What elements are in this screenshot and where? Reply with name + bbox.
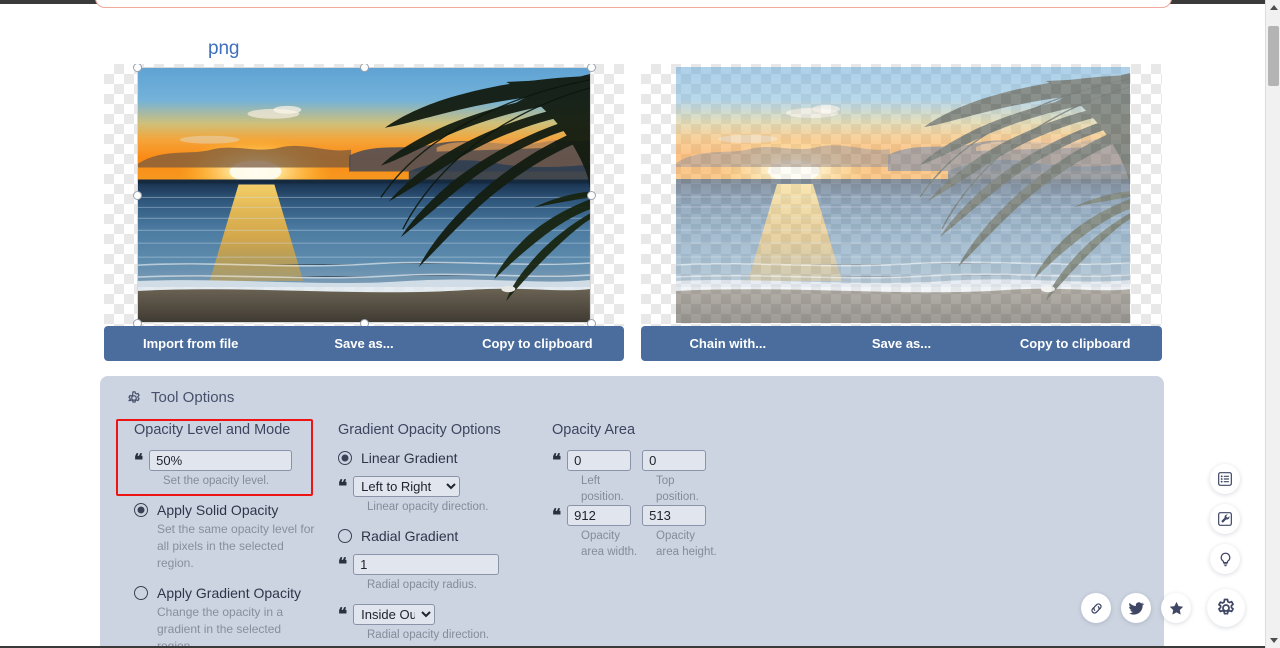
- section-title-gradient-opacity-options: Gradient Opacity Options: [338, 422, 552, 438]
- link-icon: [1088, 600, 1105, 617]
- opacity-area-top-input[interactable]: [642, 450, 706, 471]
- opacity-area-height-hint: Opacity area height.: [656, 529, 720, 560]
- image-semi-transparent-png[interactable]: [676, 67, 1130, 323]
- radio-linear-gradient[interactable]: Linear Gradient: [338, 450, 552, 466]
- radial-direction-row: ❝ Inside Out: [338, 604, 552, 625]
- opacity-level-input[interactable]: [149, 450, 292, 471]
- twitter-icon: [1128, 600, 1145, 617]
- linear-direction-select[interactable]: Left to Right: [353, 476, 460, 497]
- action-bar-semi-transparent-png: Chain with... Save as... Copy to clipboa…: [641, 326, 1162, 361]
- resize-handle-middle-left[interactable]: [133, 191, 142, 200]
- resize-handle-middle-right[interactable]: [587, 191, 596, 200]
- resize-handle-bottom-left[interactable]: [133, 319, 142, 326]
- quote-icon: ❝: [338, 478, 346, 495]
- copy-to-clipboard-button[interactable]: Copy to clipboard: [451, 336, 624, 351]
- list-icon: [1217, 471, 1233, 487]
- linear-direction-hint: Linear opacity direction.: [367, 500, 552, 516]
- import-from-file-button[interactable]: Import from file: [104, 336, 277, 351]
- tips-fab-button[interactable]: [1210, 544, 1240, 574]
- section-title-opacity-area: Opacity Area: [552, 422, 852, 438]
- save-as-button-2[interactable]: Save as...: [815, 336, 989, 351]
- radio-desc-gradient: Change the opacity in a gradient in the …: [157, 604, 317, 648]
- radial-direction-hint: Radial opacity direction.: [367, 628, 552, 644]
- group-opacity-level-and-mode: Opacity Level and Mode ❝ Set the opacity…: [126, 422, 338, 648]
- sunset-beach-image: [138, 68, 590, 323]
- chevron-up-icon: [1270, 5, 1278, 10]
- vertical-scrollbar[interactable]: [1265, 0, 1280, 648]
- radial-radius-row: ❝: [338, 554, 552, 575]
- opacity-area-width-input[interactable]: [567, 505, 631, 526]
- gear-icon: [126, 390, 142, 406]
- resize-handle-top-right[interactable]: [587, 64, 596, 72]
- lightbulb-icon: [1217, 551, 1234, 568]
- scroll-up-button[interactable]: [1266, 0, 1280, 15]
- radio-apply-gradient-opacity[interactable]: Apply Gradient Opacity: [134, 585, 338, 601]
- opacity-level-row: ❝: [134, 450, 338, 471]
- settings-fab-button[interactable]: [1207, 589, 1245, 627]
- radial-radius-hint: Radial opacity radius.: [367, 578, 552, 594]
- favorite-fab-button[interactable]: [1161, 593, 1191, 623]
- radio-desc-solid: Set the same opacity level for all pixel…: [157, 521, 317, 573]
- save-as-button[interactable]: Save as...: [277, 336, 450, 351]
- star-icon: [1168, 600, 1185, 617]
- radio-label-solid: Apply Solid Opacity: [157, 502, 278, 518]
- opacity-area-width-hint: Opacity area width.: [581, 529, 645, 560]
- link-fab-button[interactable]: [1081, 593, 1111, 623]
- partial-card-above: [95, 0, 1172, 8]
- radio-label-radial: Radial Gradient: [361, 528, 458, 544]
- group-gradient-opacity-options: Gradient Opacity Options Linear Gradient…: [338, 422, 552, 648]
- wrench-icon: [1217, 511, 1233, 527]
- radial-direction-select[interactable]: Inside Out: [353, 604, 435, 625]
- copy-to-clipboard-button-2[interactable]: Copy to clipboard: [988, 336, 1162, 351]
- tool-options-panel: Tool Options Opacity Level and Mode ❝ Se…: [100, 376, 1164, 648]
- image-png[interactable]: [137, 67, 591, 323]
- opacity-area-position-row: ❝: [552, 450, 852, 471]
- resize-handle-bottom-right[interactable]: [587, 319, 596, 326]
- opacity-area-size-row: ❝: [552, 505, 852, 526]
- canvas-png[interactable]: [104, 64, 624, 326]
- radio-apply-solid-opacity[interactable]: Apply Solid Opacity: [134, 502, 338, 518]
- tool-options-title: Tool Options: [151, 389, 234, 406]
- opacity-level-hint: Set the opacity level.: [163, 474, 338, 490]
- opacity-area-top-hint: Top position.: [656, 474, 720, 505]
- group-opacity-area: Opacity Area ❝ Left position. Top positi…: [552, 422, 852, 648]
- gear-icon: [1215, 597, 1237, 619]
- action-bar-png: Import from file Save as... Copy to clip…: [104, 326, 624, 361]
- chevron-down-icon: [1270, 638, 1278, 643]
- radio-label-gradient: Apply Gradient Opacity: [157, 585, 301, 601]
- opacity-area-left-hint: Left position.: [581, 474, 645, 505]
- quote-icon: ❝: [338, 606, 346, 623]
- tool-options-header: Tool Options: [126, 389, 234, 406]
- chain-with-button[interactable]: Chain with...: [641, 336, 815, 351]
- linear-direction-row: ❝ Left to Right: [338, 476, 552, 497]
- quote-icon: ❝: [338, 556, 346, 573]
- panel-title-png: png: [208, 38, 239, 60]
- section-title-opacity-level-and-mode: Opacity Level and Mode: [126, 422, 338, 438]
- sunset-beach-image-translucent: [676, 67, 1130, 323]
- canvas-semi-transparent-png[interactable]: [641, 64, 1162, 326]
- radio-icon-linear[interactable]: [338, 451, 352, 465]
- quote-icon: ❝: [552, 452, 560, 469]
- quote-icon: ❝: [552, 507, 560, 524]
- app-root: png: [0, 0, 1280, 648]
- tools-fab-button[interactable]: [1210, 504, 1240, 534]
- scrollbar-thumb[interactable]: [1268, 26, 1279, 86]
- opacity-area-left-input[interactable]: [567, 450, 631, 471]
- radio-label-linear: Linear Gradient: [361, 450, 458, 466]
- list-fab-button[interactable]: [1210, 464, 1240, 494]
- scroll-down-button[interactable]: [1266, 633, 1280, 648]
- twitter-fab-button[interactable]: [1121, 593, 1151, 623]
- radio-icon-gradient[interactable]: [134, 586, 148, 600]
- radio-icon-radial[interactable]: [338, 529, 352, 543]
- radio-radial-gradient[interactable]: Radial Gradient: [338, 528, 552, 544]
- resize-handle-bottom-center[interactable]: [360, 319, 369, 326]
- radio-icon-solid[interactable]: [134, 503, 148, 517]
- quote-icon: ❝: [134, 452, 142, 469]
- opacity-area-height-input[interactable]: [642, 505, 706, 526]
- radial-radius-input[interactable]: [353, 554, 499, 575]
